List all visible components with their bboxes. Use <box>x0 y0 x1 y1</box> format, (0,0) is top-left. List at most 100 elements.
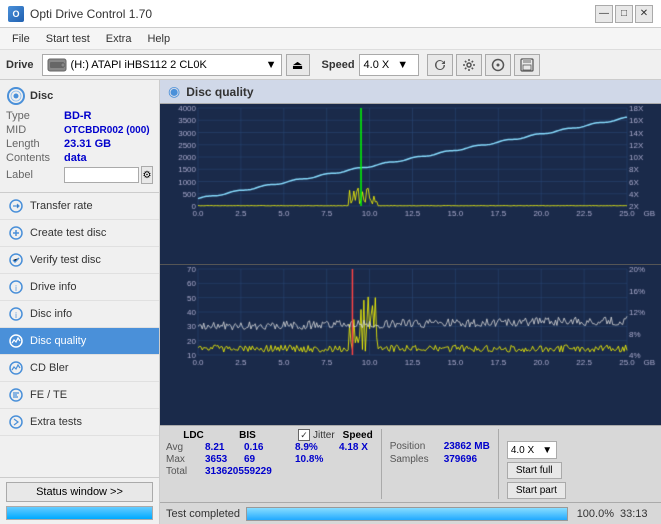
position-samples: Position 23862 MB Samples 379696 <box>390 441 490 465</box>
nav-item-extra-tests[interactable]: Extra tests <box>0 409 159 436</box>
window-controls: — □ ✕ <box>595 5 653 23</box>
nav-item-create-test-disc[interactable]: Create test disc <box>0 220 159 247</box>
status-window-button[interactable]: Status window >> <box>6 482 153 502</box>
speed-buttons: 4.0 X ▼ Start full Start part <box>507 441 566 499</box>
drive-value: (H:) ATAPI iHBS112 2 CL0K <box>71 59 207 71</box>
save-button[interactable] <box>514 54 540 76</box>
disc-panel-icon <box>6 86 26 106</box>
main-layout: Disc Type BD-R MID OTCBDR002 (000) Lengt… <box>0 80 661 524</box>
speed-header: Speed <box>343 430 373 441</box>
type-label: Type <box>6 110 64 122</box>
nav-item-fe-te[interactable]: FE / TE <box>0 382 159 409</box>
top-chart: LDC Read speed Write speed <box>160 104 661 265</box>
menu-start-test[interactable]: Start test <box>38 31 98 47</box>
status-bar: Status window >> <box>0 477 159 524</box>
disc-contents-row: Contents data <box>6 152 153 164</box>
top-chart-canvas <box>160 104 657 224</box>
menu-file[interactable]: File <box>4 31 38 47</box>
jitter-checkbox[interactable]: ✓ <box>298 429 310 441</box>
save-icon <box>520 58 534 72</box>
app-icon: O <box>8 6 24 22</box>
disc-mid-row: MID OTCBDR002 (000) <box>6 124 153 136</box>
chart-header-icon: ◉ <box>168 83 180 100</box>
total-label: Total <box>166 466 201 477</box>
label-input[interactable] <box>64 167 139 183</box>
nav-item-drive-info[interactable]: i Drive info <box>0 274 159 301</box>
progress-bar <box>6 506 153 520</box>
speed-select-value: 4.0 X <box>511 445 534 456</box>
chart-title: Disc quality <box>186 85 253 99</box>
main-content: ◉ Disc quality LDC Read speed <box>160 80 661 524</box>
chart-header: ◉ Disc quality <box>160 80 661 104</box>
refresh-icon <box>433 58 447 72</box>
nav-label-disc-quality: Disc quality <box>30 335 86 347</box>
nav-item-transfer-rate[interactable]: Transfer rate <box>0 193 159 220</box>
minimize-button[interactable]: — <box>595 5 613 23</box>
length-value: 23.31 GB <box>64 138 111 150</box>
nav-item-disc-info[interactable]: i Disc info <box>0 301 159 328</box>
bottom-chart-canvas <box>160 265 657 373</box>
speed-select-small[interactable]: 4.0 X ▼ <box>507 441 557 459</box>
nav-item-verify-test-disc[interactable]: Verify test disc <box>0 247 159 274</box>
menu-extra[interactable]: Extra <box>98 31 140 47</box>
contents-label: Contents <box>6 152 64 164</box>
start-full-button[interactable]: Start full <box>507 462 562 479</box>
progress-time: 33:13 <box>620 508 655 520</box>
ldc-header: LDC <box>166 430 221 441</box>
start-part-button[interactable]: Start part <box>507 482 566 499</box>
stats-area: LDC BIS ✓ Jitter Speed Avg 8.21 0.16 <box>160 425 661 502</box>
max-label: Max <box>166 454 201 465</box>
svg-text:i: i <box>15 311 17 320</box>
bottom-status: Test completed 100.0% 33:13 <box>160 502 661 524</box>
charts-container: LDC Read speed Write speed <box>160 104 661 425</box>
nav-label-create-test-disc: Create test disc <box>30 227 106 239</box>
extra-tests-icon <box>8 414 24 430</box>
drive-info-icon: i <box>8 279 24 295</box>
drive-dropdown-arrow: ▼ <box>266 59 277 71</box>
avg-label: Avg <box>166 442 201 453</box>
nav-label-fe-te: FE / TE <box>30 389 67 401</box>
total-bis: 59229 <box>244 466 279 477</box>
maximize-button[interactable]: □ <box>615 5 633 23</box>
stats-divider2 <box>498 429 499 499</box>
eject-button[interactable]: ⏏ <box>286 54 310 76</box>
disc-button[interactable] <box>485 54 511 76</box>
svg-text:i: i <box>15 284 17 293</box>
status-completed: Test completed <box>166 508 240 520</box>
disc-length-row: Length 23.31 GB <box>6 138 153 150</box>
settings-icon <box>462 58 476 72</box>
speed-select-arrow: ▼ <box>542 445 552 456</box>
settings-button[interactable] <box>456 54 482 76</box>
fe-te-icon <box>8 387 24 403</box>
main-progress-fill <box>247 508 567 520</box>
close-button[interactable]: ✕ <box>635 5 653 23</box>
nav-label-verify-test-disc: Verify test disc <box>30 254 101 266</box>
nav-item-disc-quality[interactable]: Disc quality <box>0 328 159 355</box>
toolbar-buttons <box>427 54 540 76</box>
cd-bler-icon <box>8 360 24 376</box>
nav-label-cd-bler: CD Bler <box>30 362 69 374</box>
disc-info-icon: i <box>8 306 24 322</box>
drive-selector[interactable]: (H:) ATAPI iHBS112 2 CL0K ▼ <box>42 54 282 76</box>
label-label: Label <box>6 169 64 181</box>
mid-label: MID <box>6 124 64 136</box>
samples-value: 379696 <box>444 454 477 465</box>
speed-selector[interactable]: 4.0 X ▼ <box>359 54 419 76</box>
nav-item-cd-bler[interactable]: CD Bler <box>0 355 159 382</box>
menu-help[interactable]: Help <box>139 31 178 47</box>
transfer-rate-icon <box>8 198 24 214</box>
total-ldc: 3136205 <box>205 466 240 477</box>
bottom-chart: BIS Jitter <box>160 265 661 425</box>
max-ldc: 3653 <box>205 454 240 465</box>
speed-label: Speed <box>322 59 355 71</box>
progress-percentage: 100.0% <box>574 508 614 520</box>
refresh-button[interactable] <box>427 54 453 76</box>
title-bar: O Opti Drive Control 1.70 — □ ✕ <box>0 0 661 28</box>
label-apply-button[interactable]: ⚙ <box>141 166 153 184</box>
nav-label-transfer-rate: Transfer rate <box>30 200 93 212</box>
disc-type-row: Type BD-R <box>6 110 153 122</box>
disc-panel-header: Disc <box>6 86 153 106</box>
nav-items: Transfer rate Create test disc Verify te… <box>0 193 159 477</box>
verify-test-icon <box>8 252 24 268</box>
nav-label-drive-info: Drive info <box>30 281 76 293</box>
